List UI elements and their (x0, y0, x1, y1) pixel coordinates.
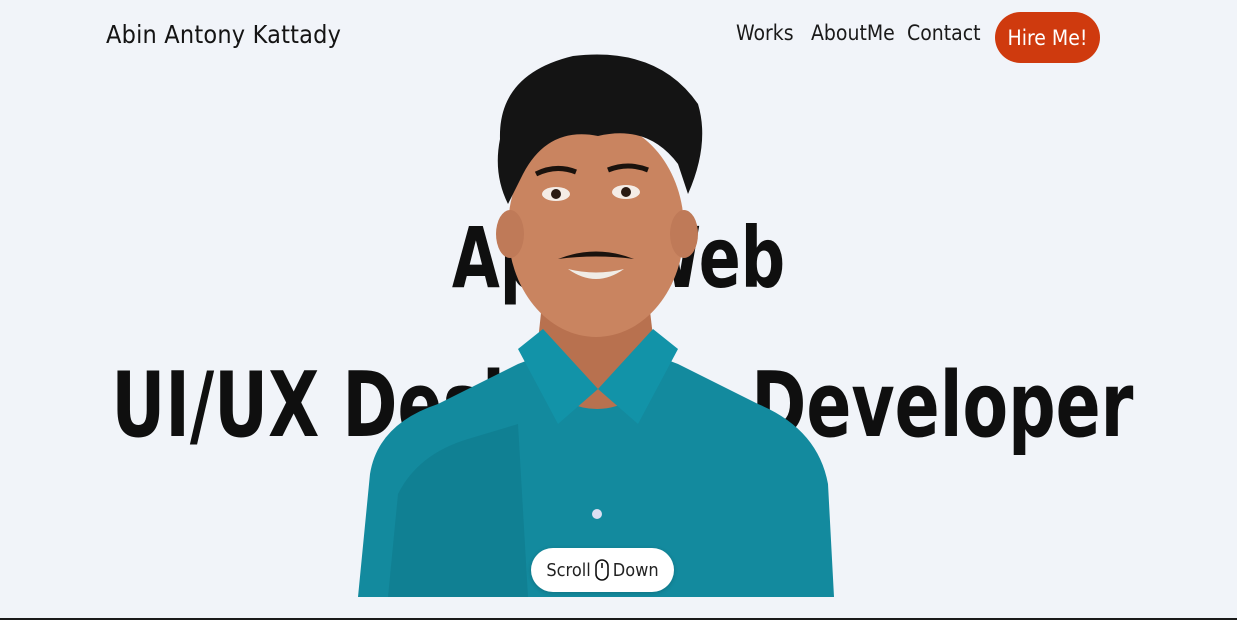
hire-me-button[interactable]: Hire Me! (995, 12, 1100, 63)
nav-works[interactable]: Works (736, 21, 794, 45)
pupil-left (551, 189, 561, 199)
nav-contact[interactable]: Contact (907, 21, 981, 45)
pupil-right (621, 187, 631, 197)
shirt-button (592, 509, 602, 519)
site-logo[interactable]: Abin Antony Kattady (106, 20, 341, 49)
scroll-down-button[interactable]: Scroll Down (531, 548, 674, 592)
ear-right (670, 210, 698, 258)
mouse-icon (594, 559, 609, 581)
ear-left (496, 210, 524, 258)
down-label: Down (612, 559, 659, 581)
nav-aboutme[interactable]: AboutMe (811, 21, 895, 45)
scroll-label: Scroll (546, 559, 591, 581)
portrait-photo (358, 54, 834, 597)
